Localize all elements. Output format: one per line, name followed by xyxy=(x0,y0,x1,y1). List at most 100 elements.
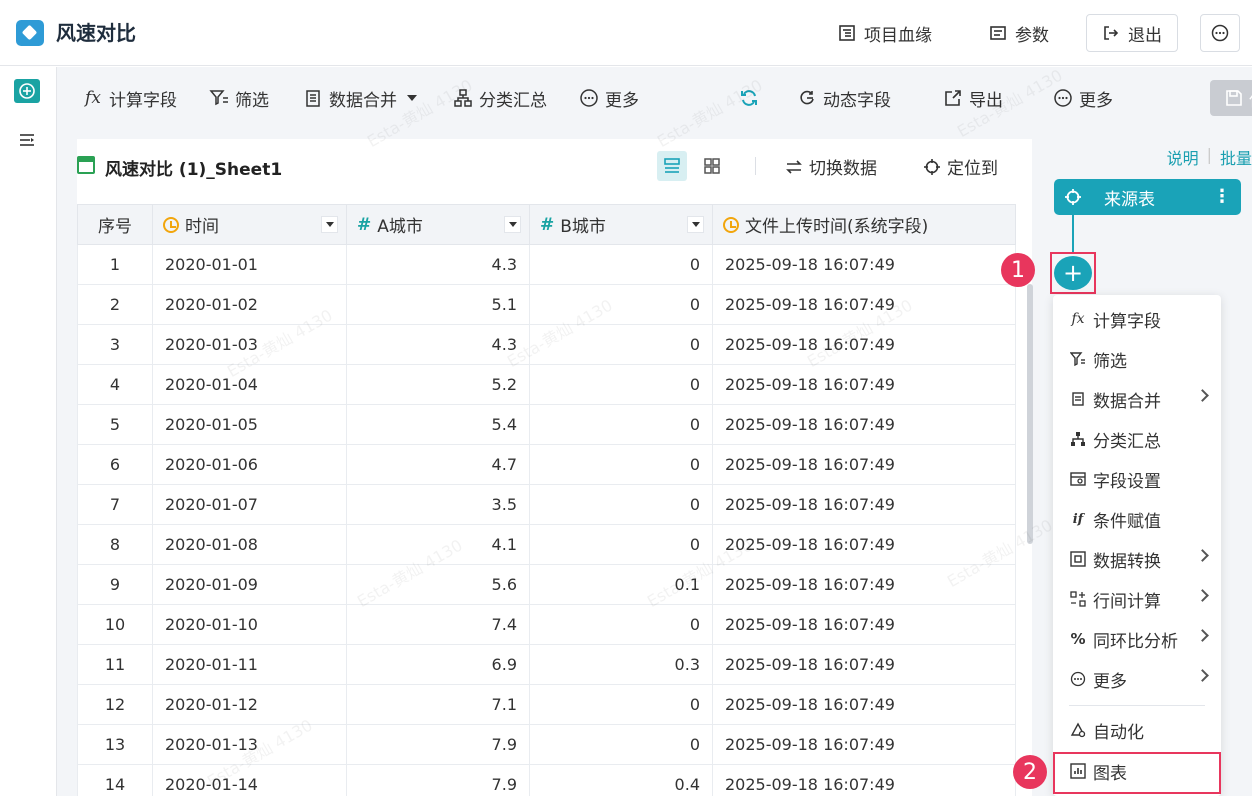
toolbar-more-button[interactable]: 更多 xyxy=(579,85,639,111)
menu-item-automation[interactable]: 自动化 xyxy=(1053,710,1221,750)
hierarchy-icon xyxy=(1069,430,1087,448)
exit-button[interactable]: 退出 xyxy=(1086,14,1178,52)
data-merge-dropdown[interactable]: 数据合并 xyxy=(303,85,417,111)
menu-item-fx[interactable]: fx 计算字段 xyxy=(1053,299,1221,339)
data-merge-label: 数据合并 xyxy=(329,90,397,111)
cell-index: 11 xyxy=(77,644,153,685)
chart-icon xyxy=(1069,762,1087,780)
filter-button[interactable]: 筛选 xyxy=(209,85,269,111)
table-row[interactable]: 6 2020-01-06 4.7 0 2025-09-18 16:07:49 xyxy=(77,444,1016,485)
table-row[interactable]: 10 2020-01-10 7.4 0 2025-09-18 16:07:49 xyxy=(77,604,1016,645)
source-table-label: 来源表 xyxy=(1104,189,1155,210)
column-dropdown-button[interactable] xyxy=(321,216,338,233)
cell-upload-time: 2025-09-18 16:07:49 xyxy=(712,404,1016,445)
step-list-rail-button[interactable] xyxy=(18,131,36,153)
column-header-upload-time[interactable]: 文件上传时间(系统字段) xyxy=(712,204,1016,245)
ellipsis-circle-icon xyxy=(580,89,598,107)
data-table: 序号 时间 # A城市 # B城市 文件上传时间(系统字段) 1 2020-01… xyxy=(77,204,1016,796)
locate-button[interactable]: 定位到 xyxy=(923,154,998,179)
top-more-button[interactable] xyxy=(1200,14,1240,52)
switch-data-button[interactable]: 切换数据 xyxy=(785,154,877,179)
cell-b-city: 0 xyxy=(529,244,713,285)
column-header-b-city[interactable]: # B城市 xyxy=(529,204,713,245)
batch-link[interactable]: 批量 xyxy=(1220,145,1252,169)
switch-data-label: 切换数据 xyxy=(809,159,877,179)
table-row[interactable]: 1 2020-01-01 4.3 0 2025-09-18 16:07:49 xyxy=(77,244,1016,285)
toolbar-more-right-button[interactable]: 更多 xyxy=(1053,85,1113,111)
vertical-scrollbar[interactable] xyxy=(1027,284,1033,544)
menu-item-label: 数据合并 xyxy=(1093,391,1161,412)
cell-time: 2020-01-14 xyxy=(152,764,347,796)
menu-item-chart[interactable]: 图表 xyxy=(1053,751,1221,791)
chevron-right-icon xyxy=(1196,549,1209,562)
export-button[interactable]: 导出 xyxy=(943,85,1003,111)
menu-item-label: 字段设置 xyxy=(1093,471,1161,492)
fx-icon: fx xyxy=(85,88,101,108)
calc-field-button[interactable]: fx 计算字段 xyxy=(83,85,177,111)
cell-time: 2020-01-03 xyxy=(152,324,347,365)
menu-item-label: 筛选 xyxy=(1093,351,1127,372)
menu-item-more[interactable]: 更多 xyxy=(1053,659,1221,699)
vertical-ellipsis-icon[interactable]: ⋮ xyxy=(1213,186,1231,207)
column-dropdown-button[interactable] xyxy=(504,216,521,233)
crosshair-icon xyxy=(924,158,940,175)
cell-time: 2020-01-10 xyxy=(152,604,347,645)
table-row[interactable]: 11 2020-01-11 6.9 0.3 2025-09-18 16:07:49 xyxy=(77,644,1016,685)
help-link[interactable]: 说明 xyxy=(1167,145,1199,169)
percent-icon: % xyxy=(1070,630,1086,648)
number-type-icon: # xyxy=(357,214,372,235)
cell-upload-time: 2025-09-18 16:07:49 xyxy=(712,564,1016,605)
list-view-icon xyxy=(664,158,680,173)
menu-item-hierarchy[interactable]: 分类汇总 xyxy=(1053,419,1221,459)
table-row[interactable]: 5 2020-01-05 5.4 0 2025-09-18 16:07:49 xyxy=(77,404,1016,445)
menu-item-merge[interactable]: 数据合并 xyxy=(1053,379,1221,419)
table-row[interactable]: 8 2020-01-08 4.1 0 2025-09-18 16:07:49 xyxy=(77,524,1016,565)
table-row[interactable]: 3 2020-01-03 4.3 0 2025-09-18 16:07:49 xyxy=(77,324,1016,365)
table-row[interactable]: 4 2020-01-04 5.2 0 2025-09-18 16:07:49 xyxy=(77,364,1016,405)
crosshair-icon xyxy=(1065,189,1081,205)
cell-a-city: 5.2 xyxy=(346,364,530,405)
transform-icon xyxy=(1069,550,1087,568)
group-summary-button[interactable]: 分类汇总 xyxy=(453,85,547,111)
menu-item-if[interactable]: if 条件赋值 xyxy=(1053,499,1221,539)
menu-item-filter[interactable]: 筛选 xyxy=(1053,339,1221,379)
column-header-time[interactable]: 时间 xyxy=(152,204,347,245)
menu-item-field-settings[interactable]: 字段设置 xyxy=(1053,459,1221,499)
grid-view-button[interactable] xyxy=(697,151,727,181)
top-bar: 风速对比 项目血缘 参数 退出 xyxy=(0,0,1252,66)
table-row[interactable]: 12 2020-01-12 7.1 0 2025-09-18 16:07:49 xyxy=(77,684,1016,725)
dynamic-field-button[interactable]: 动态字段 xyxy=(797,85,891,111)
table-row[interactable]: 2 2020-01-02 5.1 0 2025-09-18 16:07:49 xyxy=(77,284,1016,325)
table-row[interactable]: 9 2020-01-09 5.6 0.1 2025-09-18 16:07:49 xyxy=(77,564,1016,605)
menu-item-percent[interactable]: % 同环比分析 xyxy=(1053,619,1221,659)
add-step-menu: fx 计算字段筛选数据合并分类汇总字段设置 if 条件赋值 数据转换 行间计算% 同环比分析… xyxy=(1053,295,1221,796)
table-row[interactable]: 13 2020-01-13 7.9 0 2025-09-18 16:07:49 xyxy=(77,724,1016,765)
table-row[interactable]: 14 2020-01-14 7.9 0.4 2025-09-18 16:07:49 xyxy=(77,764,1016,796)
add-step-rail-button[interactable] xyxy=(14,79,40,103)
app-logo-icon xyxy=(16,20,44,46)
menu-item-label: 同环比分析 xyxy=(1093,631,1178,652)
cell-a-city: 7.4 xyxy=(346,604,530,645)
cell-a-city: 4.7 xyxy=(346,444,530,485)
params-button[interactable]: 参数 xyxy=(977,14,1061,52)
column-header-a-city[interactable]: # A城市 xyxy=(346,204,530,245)
menu-item-transform[interactable]: 数据转换 xyxy=(1053,539,1221,579)
list-view-button[interactable] xyxy=(657,151,687,181)
cell-upload-time: 2025-09-18 16:07:49 xyxy=(712,444,1016,485)
cell-b-city: 0 xyxy=(529,524,713,565)
cell-upload-time: 2025-09-18 16:07:49 xyxy=(712,644,1016,685)
table-row[interactable]: 7 2020-01-07 3.5 0 2025-09-18 16:07:49 xyxy=(77,484,1016,525)
save-button[interactable]: 保存 xyxy=(1210,80,1252,116)
column-header-label: 文件上传时间(系统字段) xyxy=(745,217,929,237)
export-label: 导出 xyxy=(969,90,1003,111)
cell-b-city: 0.3 xyxy=(529,644,713,685)
refresh-button[interactable] xyxy=(739,85,759,111)
cell-b-city: 0.4 xyxy=(529,764,713,796)
source-table-node[interactable]: 来源表 ⋮ xyxy=(1054,179,1241,215)
menu-item-row-calc[interactable]: 行间计算 xyxy=(1053,579,1221,619)
column-header-label: 序号 xyxy=(98,217,132,237)
column-dropdown-button[interactable] xyxy=(687,216,704,233)
project-lineage-button[interactable]: 项目血缘 xyxy=(826,14,944,52)
cell-time: 2020-01-07 xyxy=(152,484,347,525)
add-step-button[interactable]: + xyxy=(1054,256,1092,290)
